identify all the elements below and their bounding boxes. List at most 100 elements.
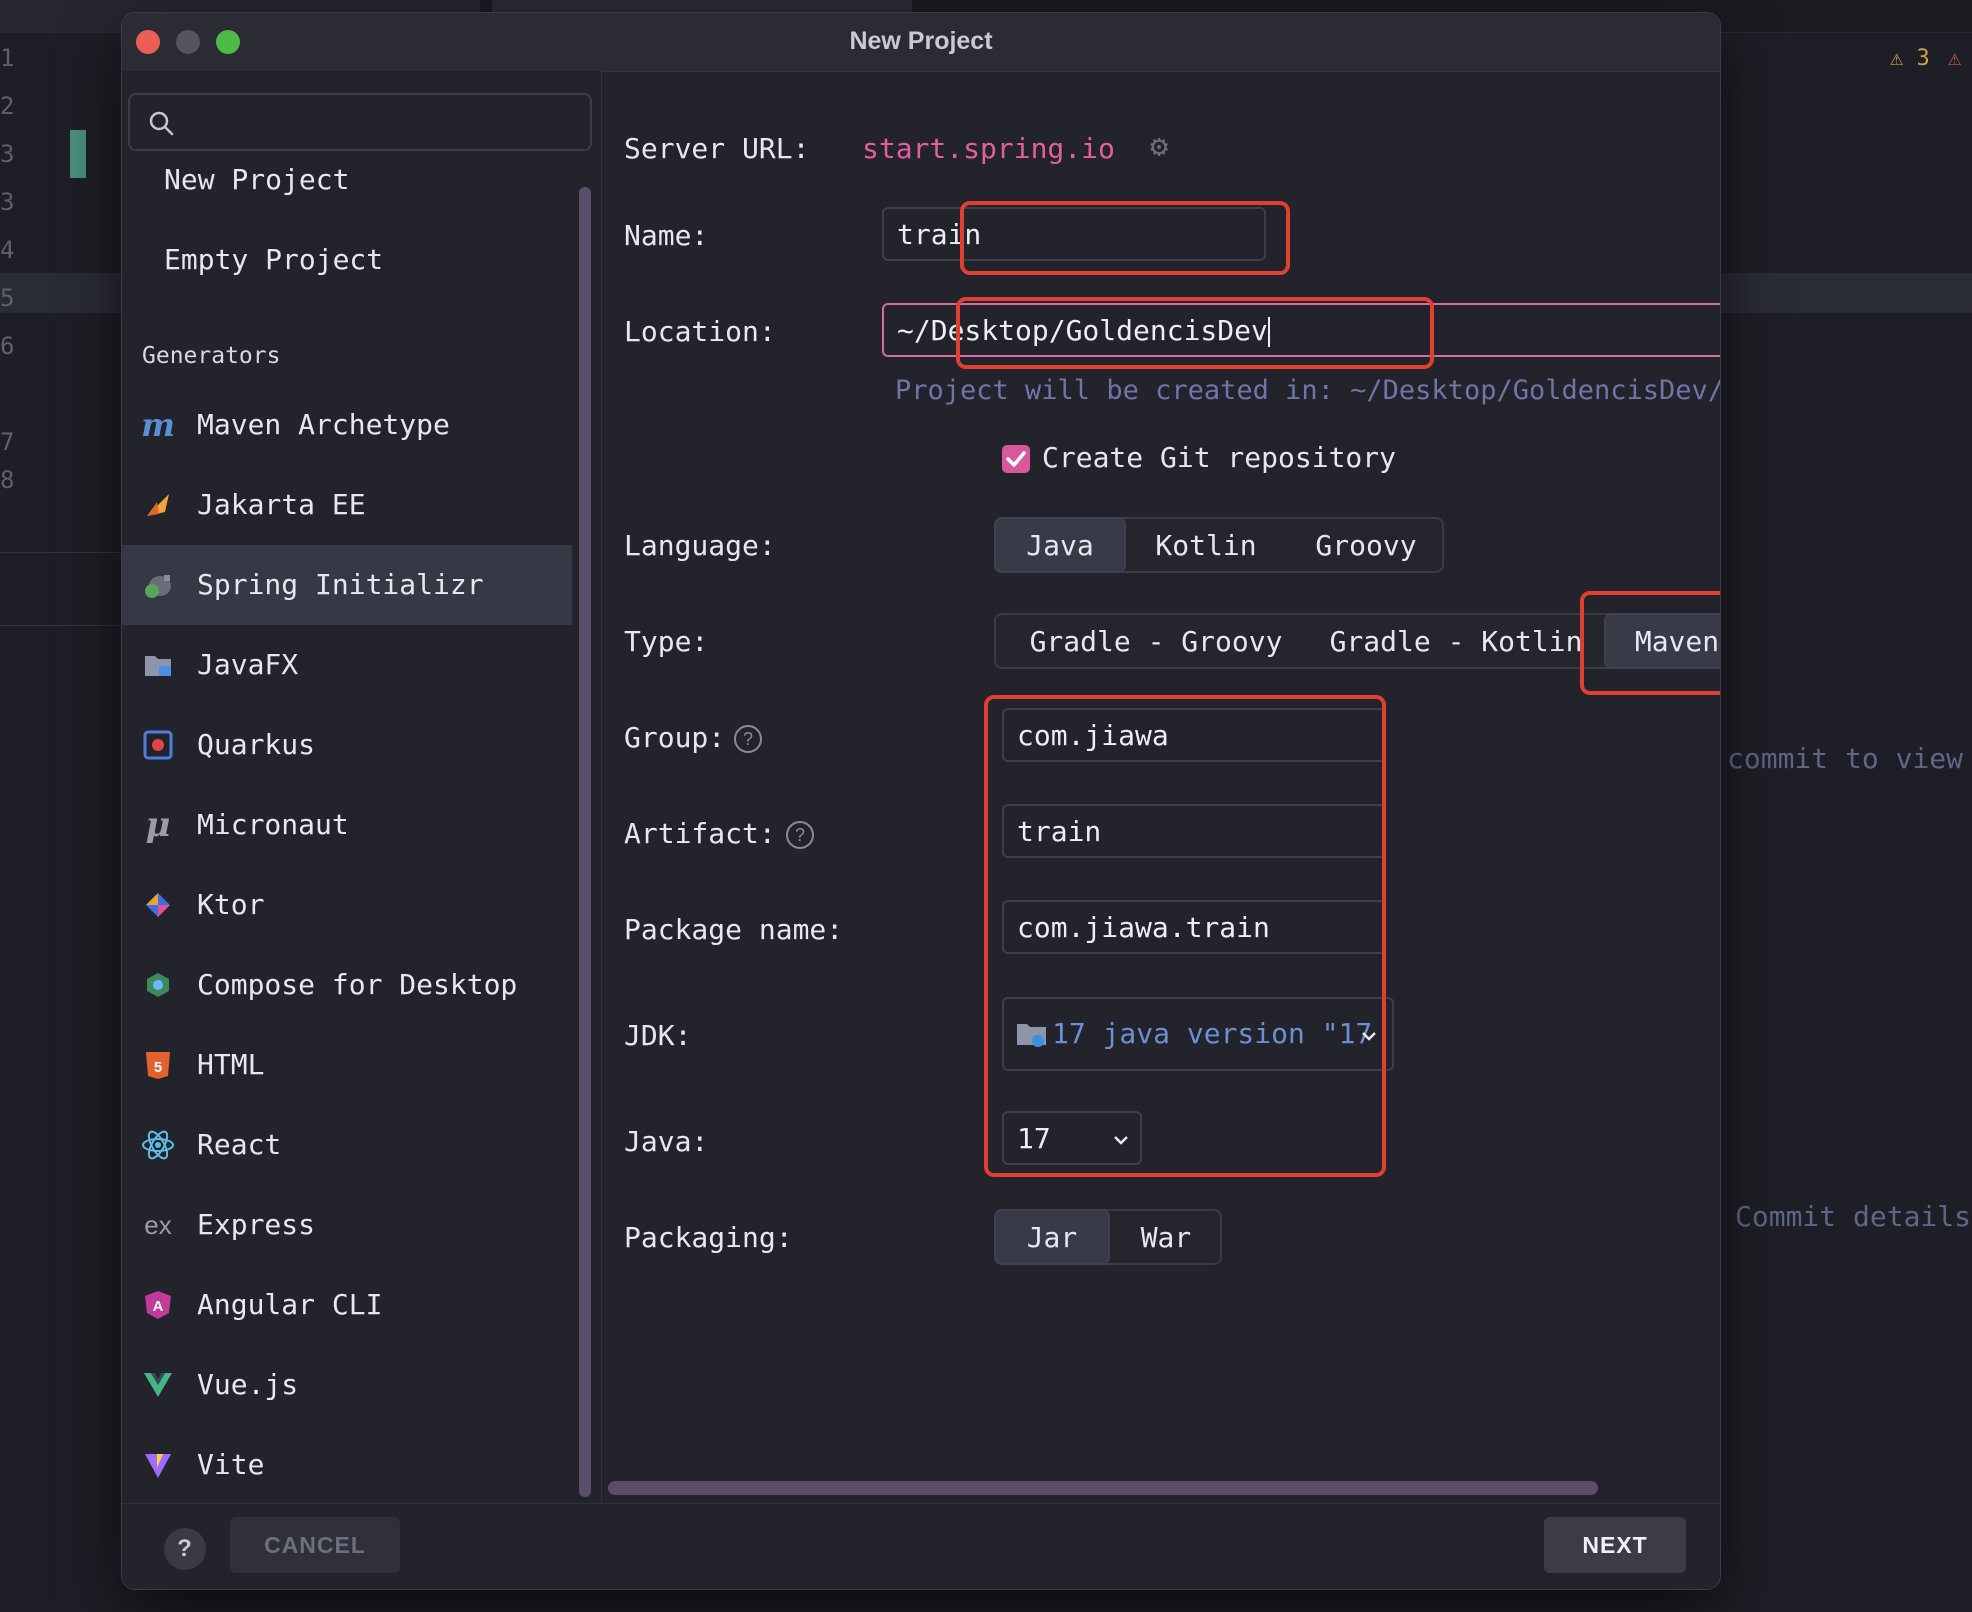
error-icon[interactable]: ⚠ — [1948, 46, 1961, 71]
line-number: 8 — [0, 466, 15, 494]
gutter-change-marker — [70, 130, 86, 178]
generator-label: Spring Initializr — [197, 568, 484, 601]
name-field[interactable]: train — [882, 207, 1266, 261]
next-button[interactable]: NEXT — [1544, 1517, 1686, 1573]
name-label: Name: — [624, 219, 709, 252]
group-field[interactable]: com.jiawa — [1002, 708, 1386, 762]
group-label: Group: — [624, 721, 726, 754]
packaging-label: Packaging: — [624, 1221, 793, 1254]
generators-heading: Generators — [142, 343, 281, 369]
group-value: com.jiawa — [1017, 719, 1169, 752]
type-option-maven[interactable]: Maven — [1604, 613, 1720, 669]
generator-html[interactable]: 5 HTML — [122, 1025, 572, 1105]
java-version-label: Java: — [624, 1125, 709, 1158]
language-option-java[interactable]: Java — [994, 517, 1126, 573]
ktor-icon — [140, 887, 176, 923]
form-horizontal-scrollbar[interactable] — [608, 1481, 1598, 1495]
artifact-label: Artifact: — [624, 817, 776, 850]
commit-details-label: Commit details — [1735, 1200, 1972, 1233]
jdk-value: 17 java version "17 — [1052, 1017, 1373, 1050]
language-label: Language: — [624, 529, 776, 562]
generator-label: Jakarta EE — [197, 488, 366, 521]
artifact-value: train — [1017, 815, 1102, 848]
generator-label: Vue.js — [197, 1368, 299, 1401]
language-selector: Java Kotlin Groovy — [994, 517, 1444, 573]
git-checkbox-label[interactable]: Create Git repository — [1042, 441, 1396, 474]
new-project-item[interactable]: New Project — [164, 163, 349, 196]
packaging-selector: Jar War — [994, 1209, 1222, 1265]
generator-label: Compose for Desktop — [197, 968, 518, 1001]
server-url-link[interactable]: start.spring.io — [862, 132, 1115, 165]
language-option-kotlin[interactable]: Kotlin — [1126, 517, 1286, 573]
generator-quarkus[interactable]: Quarkus — [122, 705, 572, 785]
warning-count[interactable]: ⚠ 3 — [1890, 46, 1930, 71]
quarkus-icon — [140, 727, 176, 763]
generator-jakarta-ee[interactable]: Jakarta EE — [122, 465, 572, 545]
gear-icon[interactable]: ⚙ — [1150, 129, 1168, 164]
help-icon[interactable]: ? — [734, 725, 762, 753]
packaging-option-jar[interactable]: Jar — [994, 1209, 1110, 1265]
line-number: 3 — [0, 188, 15, 216]
html5-icon: 5 — [140, 1047, 176, 1083]
new-project-dialog: New Project New Project Empty Project Ge… — [121, 12, 1721, 1590]
generator-ktor[interactable]: Ktor — [122, 865, 572, 945]
generator-label: Micronaut — [197, 808, 349, 841]
help-button[interactable]: ? — [164, 1528, 206, 1570]
empty-project-item[interactable]: Empty Project — [164, 243, 383, 276]
jdk-dropdown[interactable]: 17 java version "17 — [1002, 997, 1394, 1071]
generator-compose-desktop[interactable]: Compose for Desktop — [122, 945, 572, 1025]
generator-spring-initializr[interactable]: Spring Initializr — [122, 545, 572, 625]
generator-label: Ktor — [197, 888, 265, 921]
generator-label: React — [197, 1128, 282, 1161]
line-number: 5 — [0, 284, 15, 312]
server-url-label: Server URL: — [624, 132, 810, 165]
cancel-button[interactable]: CANCEL — [230, 1517, 400, 1573]
generator-express[interactable]: ex Express — [122, 1185, 572, 1265]
vite-icon — [140, 1447, 176, 1483]
generator-maven-archetype[interactable]: m Maven Archetype — [122, 385, 572, 465]
generator-label: Vite — [197, 1448, 265, 1481]
line-number: 3 — [0, 140, 15, 168]
generator-angular-cli[interactable]: A Angular CLI — [122, 1265, 572, 1345]
git-checkbox[interactable] — [1002, 445, 1030, 473]
type-selector: Gradle - Groovy Gradle - Kotlin Maven — [994, 613, 1720, 669]
package-name-field[interactable]: com.jiawa.train — [1002, 900, 1386, 954]
sidebar-scrollbar[interactable] — [579, 187, 591, 1497]
location-hint: Project will be created in: ~/Desktop/Go… — [895, 375, 1721, 406]
line-number: 1 — [0, 44, 15, 72]
search-field[interactable] — [128, 93, 592, 151]
line-number: 6 — [0, 332, 15, 360]
packaging-option-war[interactable]: War — [1108, 1209, 1224, 1265]
commit-hint: commit to view — [1727, 742, 1964, 775]
svg-text:5: 5 — [154, 1059, 162, 1076]
generator-vuejs[interactable]: Vue.js — [122, 1345, 572, 1425]
name-value: train — [897, 218, 982, 251]
dialog-footer: ? CANCEL NEXT — [122, 1503, 1720, 1589]
compose-icon — [140, 967, 176, 1003]
jdk-folder-icon — [1017, 1024, 1046, 1047]
editor-divider — [0, 552, 130, 553]
generator-vite[interactable]: Vite — [122, 1425, 572, 1505]
location-label: Location: — [624, 315, 776, 348]
package-name-value: com.jiawa.train — [1017, 911, 1270, 944]
language-option-groovy[interactable]: Groovy — [1286, 517, 1446, 573]
help-icon[interactable]: ? — [786, 821, 814, 849]
type-option-gradle-kotlin[interactable]: Gradle - Kotlin — [1306, 613, 1606, 669]
vue-icon — [140, 1367, 176, 1403]
search-icon — [149, 111, 174, 136]
type-option-gradle-groovy[interactable]: Gradle - Groovy — [1006, 613, 1306, 669]
artifact-field[interactable]: train — [1002, 804, 1386, 858]
location-field[interactable]: ~/Desktop/GoldencisDev — [882, 303, 1720, 357]
generator-micronaut[interactable]: μ Micronaut — [122, 785, 572, 865]
panel-divider — [1720, 275, 1972, 276]
generator-javafx[interactable]: JavaFX — [122, 625, 572, 705]
micronaut-icon: μ — [145, 805, 171, 845]
chevron-down-icon — [1114, 1136, 1128, 1145]
maven-archetype-icon: m — [141, 406, 175, 444]
javafx-icon — [140, 647, 176, 683]
java-version-dropdown[interactable]: 17 — [1002, 1111, 1142, 1165]
dialog-title: New Project — [849, 27, 993, 55]
generator-react[interactable]: React — [122, 1105, 572, 1185]
angular-icon: A — [140, 1287, 176, 1323]
type-label: Type: — [624, 625, 709, 658]
